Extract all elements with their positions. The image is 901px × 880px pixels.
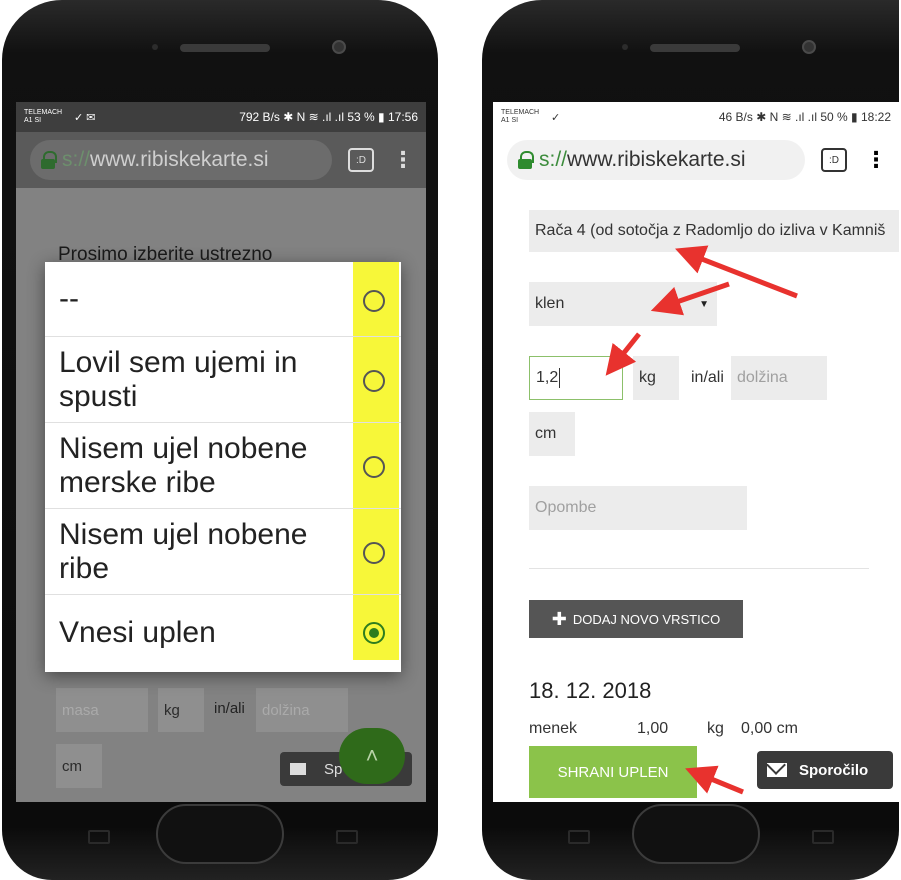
left-phone-frame: TELEMACH A1 SI ✓ ✉ 792 B/s ✱ N ≋ .ıl .ıl…	[2, 0, 438, 880]
species-select[interactable]: klen ▼	[529, 282, 717, 326]
lock-icon	[40, 151, 57, 169]
length-input[interactable]: dolžina	[256, 688, 348, 732]
option-row[interactable]: Lovil sem ujemi in spusti	[45, 337, 401, 423]
right-phone-frame: TELEMACH A1 SI ✓ 46 B/s ✱ N ≋ .ıl .ıl 50…	[482, 0, 899, 880]
home-button[interactable]	[632, 804, 760, 864]
notification-icons: ✓	[551, 111, 561, 124]
mail-icon	[767, 763, 787, 777]
status-bar: TELEMACH A1 SI ✓ 46 B/s ✱ N ≋ .ıl .ıl 50…	[493, 102, 899, 132]
water-select[interactable]: Rača 4 (od sotočja z Radomljo do izliva …	[529, 210, 899, 252]
browser-toolbar: s:// www.ribiskekarte.si :D ⋮	[493, 132, 899, 188]
catch-form-page: Rača 4 (od sotočja z Radomljo do izliva …	[493, 188, 899, 802]
notes-input[interactable]: Opombe	[529, 486, 747, 530]
kg-unit: kg	[633, 356, 679, 400]
browser-menu-icon[interactable]: ⋮	[392, 147, 414, 173]
entry-species: menek	[529, 720, 578, 737]
tab-switcher-button[interactable]: :D	[821, 148, 847, 172]
url-host: www.ribiskekarte.si	[90, 148, 269, 171]
save-catch-button[interactable]: SHRANI UPLEN	[529, 746, 697, 798]
entry-mass: 1,00	[637, 720, 669, 737]
back-key	[336, 830, 358, 844]
kg-unit: kg	[158, 688, 204, 732]
recent-apps-key	[568, 830, 590, 844]
browser-toolbar: s:// www.ribiskekarte.si :D ⋮	[16, 132, 426, 188]
radio-button[interactable]	[363, 370, 385, 392]
home-button[interactable]	[156, 804, 284, 864]
back-key	[812, 830, 834, 844]
text-cursor	[559, 368, 561, 388]
url-host: www.ribiskekarte.si	[567, 148, 746, 171]
address-bar[interactable]: s:// www.ribiskekarte.si	[30, 140, 332, 180]
option-row[interactable]: Nisem ujel nobene merske ribe	[45, 423, 401, 509]
radio-button-selected[interactable]	[363, 622, 385, 644]
recent-apps-key	[88, 830, 110, 844]
option-row-selected[interactable]: Vnesi uplen	[45, 595, 401, 671]
mass-input[interactable]: masa	[56, 688, 148, 732]
tab-switcher-button[interactable]: :D	[348, 148, 374, 172]
mass-input[interactable]: 1,2	[529, 356, 623, 400]
url-scheme: s://	[62, 148, 91, 171]
dropdown-arrow-icon: ▼	[699, 298, 709, 310]
notification-icons: ✓ ✉	[74, 111, 96, 124]
browser-menu-icon[interactable]: ⋮	[865, 147, 887, 173]
address-bar[interactable]: s:// www.ribiskekarte.si	[507, 140, 805, 180]
front-camera	[332, 40, 346, 54]
option-row[interactable]: Nisem ujel nobene ribe	[45, 509, 401, 595]
radio-button[interactable]	[363, 542, 385, 564]
carrier-label: TELEMACH A1 SI	[501, 109, 540, 124]
entry-length: 0,00 cm	[741, 720, 798, 737]
and-or-label: in/ali	[691, 369, 724, 386]
status-indicators: 46 B/s ✱ N ≋ .ıl .ıl 50 % ▮ 18:22	[718, 110, 891, 124]
carrier-label: TELEMACH A1 SI	[24, 109, 63, 124]
message-button[interactable]: Sporočilo	[757, 751, 893, 789]
option-row[interactable]: --	[45, 262, 401, 337]
status-bar: TELEMACH A1 SI ✓ ✉ 792 B/s ✱ N ≋ .ıl .ıl…	[16, 102, 426, 132]
right-screen: TELEMACH A1 SI ✓ 46 B/s ✱ N ≋ .ıl .ıl 50…	[493, 102, 899, 802]
left-screen: TELEMACH A1 SI ✓ ✉ 792 B/s ✱ N ≋ .ıl .ıl…	[16, 102, 426, 802]
radio-button[interactable]	[363, 290, 385, 312]
url-scheme: s://	[539, 148, 568, 171]
sensor-dot	[622, 44, 628, 50]
add-row-button[interactable]: ✚ DODAJ NOVO VRSTICO	[529, 600, 743, 638]
entry-mass-unit: kg	[707, 720, 724, 737]
status-indicators: 792 B/s ✱ N ≋ .ıl .ıl 53 % ▮ 17:56	[239, 110, 418, 124]
select-dialog: -- Lovil sem ujemi in spusti Nisem ujel …	[45, 262, 401, 672]
lock-icon	[517, 151, 534, 169]
cm-unit: cm	[56, 744, 102, 788]
radio-button[interactable]	[363, 456, 385, 478]
earpiece-speaker	[180, 44, 270, 52]
mail-icon	[290, 763, 306, 775]
sensor-dot	[152, 44, 158, 50]
entry-date: 18. 12. 2018	[529, 678, 652, 703]
and-or-label: in/ali	[214, 700, 245, 717]
section-divider	[529, 568, 869, 569]
scroll-top-fab[interactable]: ˄	[339, 728, 405, 784]
length-input[interactable]: dolžina	[731, 356, 827, 400]
plus-icon: ✚	[551, 608, 567, 629]
cm-unit: cm	[529, 412, 575, 456]
earpiece-speaker	[650, 44, 740, 52]
front-camera	[802, 40, 816, 54]
